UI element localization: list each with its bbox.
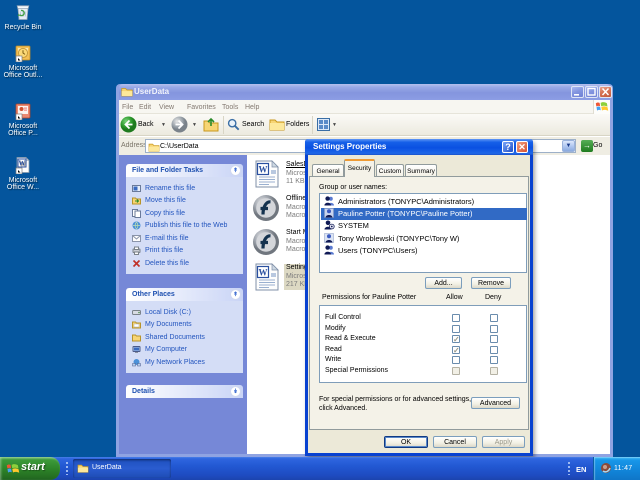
svg-text:W: W [259, 268, 268, 278]
svg-text:W: W [259, 165, 268, 175]
svg-text:W: W [19, 160, 26, 168]
